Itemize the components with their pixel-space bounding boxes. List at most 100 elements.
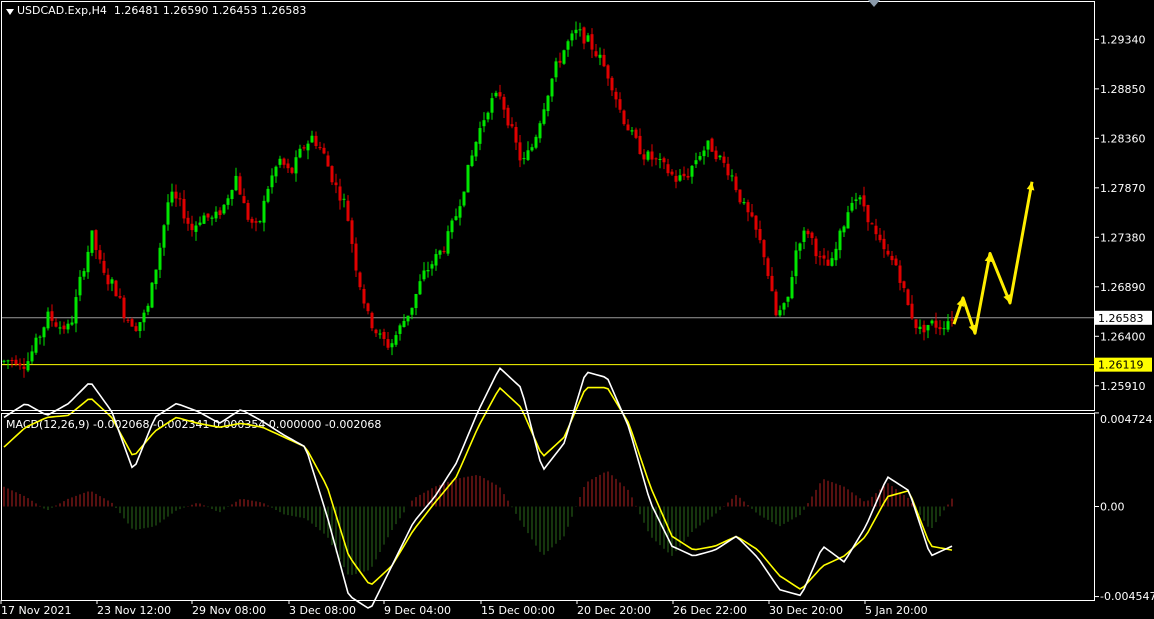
candle-body (98, 250, 102, 260)
candle (298, 144, 302, 159)
candle (898, 260, 902, 291)
candle (810, 231, 814, 245)
candle-body (346, 200, 350, 221)
candle-body (666, 164, 670, 174)
candle (142, 309, 146, 331)
candle (18, 358, 22, 370)
candle (866, 204, 870, 231)
candle-body (426, 270, 430, 272)
candle-body (170, 191, 174, 203)
candle (278, 155, 282, 168)
candle (542, 103, 546, 126)
time-tick-label: 23 Nov 12:00 (97, 604, 171, 617)
candle (754, 215, 758, 238)
candle (846, 205, 850, 229)
candle (662, 156, 666, 170)
candle (590, 28, 594, 58)
candle-body (62, 325, 66, 330)
candle (354, 237, 358, 277)
candle-body (570, 33, 574, 41)
candle-body (382, 331, 386, 339)
candle-body (58, 327, 62, 329)
candle-body (446, 231, 450, 254)
candle-body (866, 204, 870, 223)
candle (506, 104, 510, 129)
candle-body (314, 135, 318, 147)
candle-body (910, 303, 914, 319)
candle (398, 323, 402, 341)
candle (582, 26, 586, 50)
candle-body (190, 223, 194, 231)
support-price-label: 1.26119 (1098, 359, 1144, 372)
candle (902, 280, 906, 293)
chart-canvas[interactable]: 1.29340 1.28850 1.28360 1.27870 1.27380 1.268… (0, 0, 1154, 619)
candle-body (354, 243, 358, 271)
candle (818, 251, 822, 266)
candle-body (442, 251, 446, 253)
candle (874, 218, 878, 241)
candle-body (578, 29, 582, 31)
candle-body (362, 288, 366, 304)
price-tick-label: 1.25910 (1100, 380, 1146, 393)
candle-body (898, 265, 902, 283)
candle (766, 256, 770, 279)
candle-body (298, 148, 302, 158)
candle-body (754, 215, 758, 230)
arrowhead-icon (968, 324, 977, 334)
candle (714, 146, 718, 162)
candle-body (214, 211, 218, 219)
candle (178, 192, 182, 207)
candle-body (550, 78, 554, 97)
candle-body (238, 176, 242, 195)
candle (130, 317, 134, 327)
candle-body (770, 275, 774, 292)
candle-body (42, 327, 46, 338)
candle (338, 178, 342, 210)
candle-body (718, 155, 722, 158)
candle (538, 120, 542, 143)
candle (914, 319, 918, 335)
candle-body (326, 155, 330, 167)
candle-body (622, 110, 626, 125)
price-tick-label: 1.27870 (1100, 182, 1146, 195)
candle (286, 158, 290, 173)
candle (678, 168, 682, 182)
candle-body (918, 326, 922, 330)
candle-body (746, 202, 750, 213)
forecast-arrow-path (952, 181, 1034, 335)
candle (274, 165, 278, 183)
candle-body (474, 141, 478, 157)
candle (218, 207, 222, 219)
candle-body (254, 221, 258, 223)
candle-body (334, 182, 338, 186)
candle (486, 111, 490, 123)
macd-panel (3, 367, 953, 609)
candle-body (806, 230, 810, 235)
candle-body (302, 147, 306, 149)
candle (202, 212, 206, 225)
candle (254, 217, 258, 232)
candle-body (258, 221, 262, 223)
candle-body (266, 188, 270, 202)
candle (2, 359, 6, 364)
signal-line (3, 386, 953, 590)
candle-body (234, 175, 238, 191)
candle (814, 236, 818, 265)
candle-body (330, 166, 334, 183)
candle-body (834, 248, 838, 261)
candle (622, 109, 626, 126)
candle-body (950, 319, 954, 321)
candle-body (166, 202, 170, 225)
candle-body (394, 335, 398, 345)
candle-body (274, 166, 278, 177)
candle (558, 52, 562, 68)
candle (102, 252, 106, 276)
candle (86, 245, 90, 279)
candle-body (162, 225, 166, 248)
candle-body (66, 323, 70, 330)
candle-body (534, 136, 538, 148)
candle-body (554, 61, 558, 78)
candle-body (30, 351, 34, 362)
candle (498, 84, 502, 100)
candle-body (878, 234, 882, 241)
